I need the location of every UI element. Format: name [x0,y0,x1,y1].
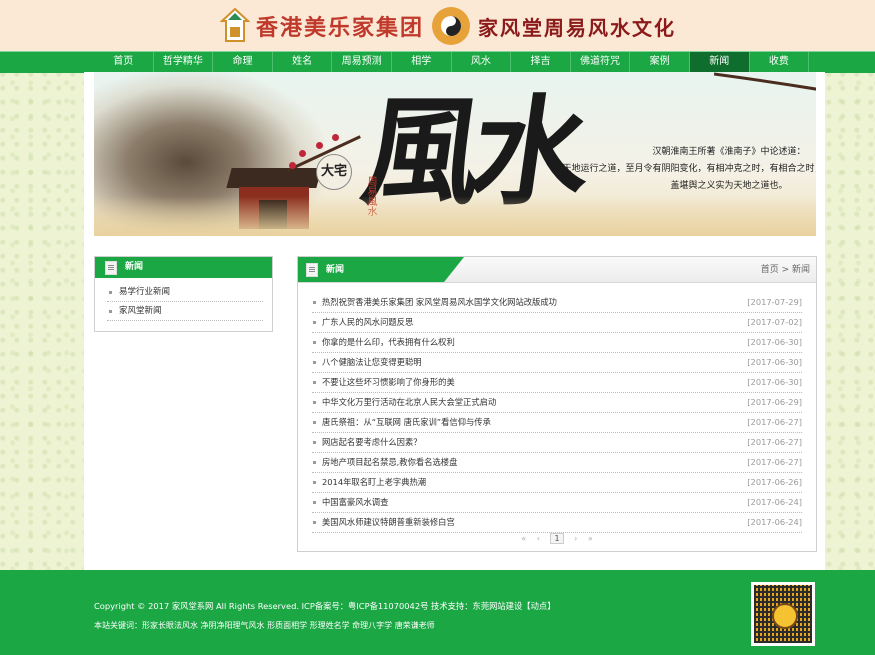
sidebar-header: 新闻 [95,257,272,278]
pager-current-page[interactable]: 1 [550,533,564,544]
news-item[interactable]: 八个健脑法让您变得更聪明 [2017-06-30] [312,353,802,373]
footer-copyright: Copyright © 2017 家风堂系网 All Rights Reserv… [94,601,556,611]
mountain-decoration [94,196,816,236]
site-header: 香港美乐家集团 家风堂周易风水文化 [0,0,875,51]
nav-item-11[interactable]: 收费 [750,52,810,73]
news-title-link[interactable]: 中华文化万里行活动在北京人民大会堂正式启动 [322,397,496,407]
news-date: [2017-07-02] [747,317,802,327]
news-title-link[interactable]: 网店起名要考虑什么因素？ [322,437,422,447]
news-title-link[interactable]: 广东人民的风水问题反思 [322,317,413,327]
banner-quote: 汉朝淮南王所著《淮南子》中论述道： 天地运行之道，至月令有阴阳变化，有相冲克之时… [554,144,816,195]
pagination: « ‹ 1 › » [298,533,816,544]
brand-title: 香港美乐家集团 [256,15,425,41]
news-item[interactable]: 唐氏祭祖：从“互联网 唐氏家训”看信仰与传承 [2017-06-27] [312,413,802,433]
quote-line: 天地运行之道，至月令有阴阳变化，有相冲克之时，有相合之时，前者凶，后者吉。 [562,164,816,174]
plum-blossom-icon [332,134,339,141]
news-date: [2017-06-30] [747,377,802,387]
hero-banner: 風水 大宅 周易風水 汉朝淮南王所著《淮南子》中论述道： 天地运行之道，至月令有… [94,72,816,236]
news-item[interactable]: 广东人民的风水问题反思 [2017-07-02] [312,313,802,333]
house-logo-icon [219,7,251,45]
news-date: [2017-06-27] [747,417,802,427]
nav-items: 首页 哲学精华 命理 姓名 周易预测 相学 风水 择吉 佛道符咒 案例 新闻 收费 [94,52,810,73]
sidebar-panel: 新闻 易学行业新闻 家风堂新闻 [94,256,273,332]
sidebar-list: 易学行业新闻 家风堂新闻 [107,283,263,321]
news-date: [2017-06-29] [747,397,802,407]
news-item[interactable]: 房地产项目起名禁忌,教你看名选楼盘 [2017-06-27] [312,453,802,473]
news-date: [2017-06-30] [747,357,802,367]
news-item[interactable]: 你拿的是什么印，代表拥有什么权利 [2017-06-30] [312,333,802,353]
news-date: [2017-06-26] [747,477,802,487]
plum-blossom-icon [299,150,306,157]
pager-next-button[interactable]: › [574,534,577,543]
news-panel-header: 新闻 首页 > 新闻 [298,257,816,283]
sidebar-item-industry-news[interactable]: 易学行业新闻 [107,283,263,302]
sidebar-item-jiafengtang-news[interactable]: 家风堂新闻 [107,302,263,321]
logo-group[interactable]: 香港美乐家集团 家风堂周易风水文化 [219,4,677,48]
news-item[interactable]: 中国富豪风水调查 [2017-06-24] [312,493,802,513]
nav-item-3[interactable]: 姓名 [273,52,333,73]
nav-item-6[interactable]: 风水 [452,52,512,73]
pager-prev-button[interactable]: ‹ [537,534,540,543]
news-title-link[interactable]: 八个健脑法让您变得更聪明 [322,357,422,367]
pager-last-button[interactable]: » [588,534,593,543]
nav-item-0[interactable]: 首页 [94,52,154,73]
news-title-link[interactable]: 唐氏祭祖：从“互联网 唐氏家训”看信仰与传承 [322,417,491,427]
news-item[interactable]: 中华文化万里行活动在北京人民大会堂正式启动 [2017-06-29] [312,393,802,413]
news-panel: 新闻 首页 > 新闻 热烈祝贺香港美乐家集团 家风堂周易风水国学文化网站改版成功… [297,256,817,552]
news-title-link[interactable]: 你拿的是什么印，代表拥有什么权利 [322,337,455,347]
nav-item-5[interactable]: 相学 [392,52,452,73]
dazhai-seal: 大宅 [316,154,352,190]
news-item[interactable]: 不要让这些坏习惯影响了你身形的美 [2017-06-30] [312,373,802,393]
nav-item-8[interactable]: 佛道符咒 [571,52,631,73]
news-title-link[interactable]: 不要让这些坏习惯影响了你身形的美 [322,377,455,387]
news-title-link[interactable]: 热烈祝贺香港美乐家集团 家风堂周易风水国学文化网站改版成功 [322,297,557,307]
nav-item-9[interactable]: 案例 [630,52,690,73]
news-date: [2017-06-24] [747,517,802,527]
roof-decoration [226,168,322,188]
nav-item-4[interactable]: 周易预测 [332,52,392,73]
news-item[interactable]: 热烈祝贺香港美乐家集团 家风堂周易风水国学文化网站改版成功 [2017-07-29… [312,293,802,313]
news-item[interactable]: 2014年取名盯上老字典热潮 [2017-06-26] [312,473,802,493]
news-title-link[interactable]: 中国富豪风水调查 [322,497,388,507]
news-tab [298,257,464,282]
news-date: [2017-07-29] [747,297,802,307]
bagua-logo-icon [432,7,471,45]
qr-code-image [754,585,812,643]
plum-blossom-icon [316,142,323,149]
news-date: [2017-06-30] [747,337,802,347]
footer-keywords: 本站关键词：形家长眼法风水 净阴净阳理气风水 形质面相学 形理姓名学 命理八字学… [94,621,435,630]
plum-blossom-icon [289,162,296,169]
nav-item-2[interactable]: 命理 [213,52,273,73]
quote-line: 汉朝淮南王所著《淮南子》中论述道： [652,147,806,157]
quote-line: 盖堪舆之义实为天地之道也。 [670,181,788,191]
document-icon [306,263,318,277]
news-title-link[interactable]: 2014年取名盯上老字典热潮 [322,477,426,487]
sunflower-icon [772,603,798,629]
news-item[interactable]: 网店起名要考虑什么因素？ [2017-06-27] [312,433,802,453]
news-item[interactable]: 美国风水师建议特朗普重新装修白宫 [2017-06-24] [312,513,802,533]
site-footer: Copyright © 2017 家风堂系网 All Rights Reserv… [0,570,875,655]
nav-item-1[interactable]: 哲学精华 [154,52,214,73]
news-list: 热烈祝贺香港美乐家集团 家风堂周易风水国学文化网站改版成功 [2017-07-29… [312,293,802,533]
main-nav: 首页 哲学精华 命理 姓名 周易预测 相学 风水 择吉 佛道符咒 案例 新闻 收费 [0,51,875,73]
brand-subtitle: 家风堂周易风水文化 [478,15,677,40]
breadcrumb[interactable]: 首页 > 新闻 [761,257,810,283]
document-icon [105,261,117,275]
branch-decoration-icon [714,72,816,91]
nav-item-7[interactable]: 择吉 [511,52,571,73]
news-date: [2017-06-27] [747,437,802,447]
news-title-link[interactable]: 美国风水师建议特朗普重新装修白宫 [322,517,455,527]
news-panel-title: 新闻 [326,265,345,275]
news-date: [2017-06-24] [747,497,802,507]
pager-first-button[interactable]: « [521,534,526,543]
sidebar-title: 新闻 [125,262,144,272]
qr-code [751,582,815,646]
nav-item-10[interactable]: 新闻 [689,52,750,73]
news-title-link[interactable]: 房地产项目起名禁忌,教你看名选楼盘 [322,457,457,467]
news-date: [2017-06-27] [747,457,802,467]
